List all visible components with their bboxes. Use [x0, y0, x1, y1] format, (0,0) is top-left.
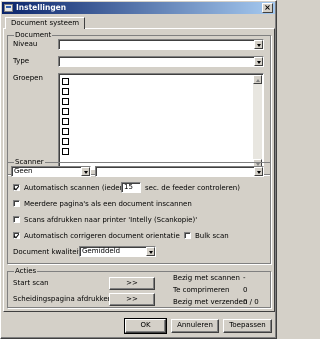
auto-scan-checkbox[interactable] [13, 184, 20, 191]
groepen-checkbox[interactable] [62, 148, 69, 155]
scanner-source-select[interactable] [95, 166, 264, 177]
multi-page-checkbox[interactable] [13, 200, 20, 207]
groepen-list[interactable] [58, 73, 264, 170]
groepen-checkbox[interactable] [62, 128, 69, 135]
separator-label: Scheidingspagina afdrukken [13, 295, 113, 303]
bulk-scan-checkbox[interactable] [184, 232, 191, 239]
status-compress-value: 0 [243, 286, 248, 294]
status-scanning-label: Bezig met scannen [173, 274, 240, 282]
status-compress-label: Te comprimeren [173, 286, 230, 294]
type-label: Type [13, 57, 30, 65]
groepen-checkbox[interactable] [62, 88, 69, 95]
status-sending-value: 0 / 0 [243, 298, 259, 306]
tab-panel: Document Niveau Type Groepen Scanner Gee… [3, 28, 275, 312]
groepen-checkbox[interactable] [62, 78, 69, 85]
chevron-down-icon[interactable] [254, 40, 263, 49]
chevron-down-icon[interactable] [146, 247, 155, 256]
apply-button[interactable]: Toepassen [223, 319, 272, 333]
scanner-group: Scanner Geen Automatisch scannen (iedere… [7, 158, 271, 264]
acties-group: Acties Start scan >> Scheidingspagina af… [7, 267, 271, 308]
orientation-checkbox[interactable] [13, 232, 20, 239]
tab-document-systeem[interactable]: Document systeem [5, 17, 86, 29]
interval-suffix: sec. de feeder controleren) [145, 184, 240, 192]
window-title: Instellingen [16, 3, 67, 12]
print-scans-label: Scans afdrukken naar printer 'Intelly (S… [24, 216, 198, 224]
ok-button[interactable]: OK [124, 318, 167, 334]
groepen-checkbox[interactable] [62, 138, 69, 145]
status-scanning-value: - [243, 274, 246, 282]
separator-print-button[interactable]: >> [109, 293, 155, 306]
document-group: Document Niveau Type Groepen [7, 31, 271, 175]
orientation-label: Automatisch corrigeren document orientat… [24, 232, 180, 240]
auto-scan-label: Automatisch scannen (iedere [24, 184, 127, 192]
groepen-checkbox[interactable] [62, 98, 69, 105]
groepen-label: Groepen [13, 74, 43, 82]
multi-page-label: Meerdere pagina's als een document insca… [24, 200, 192, 208]
niveau-select[interactable] [58, 39, 264, 50]
niveau-label: Niveau [13, 40, 38, 48]
settings-window: Instellingen × Document systeem Document… [0, 0, 277, 339]
scroll-up-icon[interactable] [253, 75, 262, 84]
scanner-device-value: Geen [14, 167, 33, 175]
print-scans-checkbox[interactable] [13, 216, 20, 223]
title-bar[interactable]: Instellingen × [2, 2, 275, 14]
quality-label: Document kwaliteit [13, 248, 82, 256]
cancel-button[interactable]: Annuleren [171, 319, 219, 333]
bulk-scan-label: Bulk scan [195, 232, 229, 240]
acties-legend: Acties [14, 267, 38, 276]
chevron-down-icon[interactable] [254, 57, 263, 66]
scanner-device-select[interactable]: Geen [11, 166, 91, 177]
groepen-checkbox[interactable] [62, 118, 69, 125]
app-icon [4, 4, 13, 12]
groepen-checkbox[interactable] [62, 108, 69, 115]
start-scan-button[interactable]: >> [109, 277, 155, 290]
interval-input[interactable]: 15 [121, 182, 141, 193]
chevron-down-icon[interactable] [254, 167, 263, 176]
status-sending-label: Bezig met verzenden [173, 298, 248, 306]
chevron-down-icon[interactable] [81, 167, 90, 176]
quality-value: Gemiddeld [82, 247, 121, 255]
start-scan-label: Start scan [13, 279, 49, 287]
groepen-scrollbar[interactable] [253, 75, 262, 168]
quality-select[interactable]: Gemiddeld [79, 246, 156, 257]
type-select[interactable] [58, 56, 264, 67]
close-button[interactable]: × [262, 3, 273, 13]
